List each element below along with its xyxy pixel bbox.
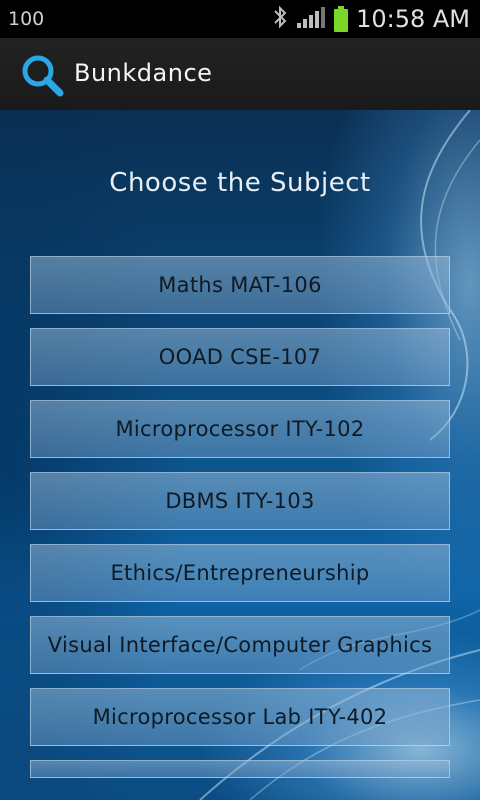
battery-icon [334,6,349,32]
subject-button-partial[interactable] [30,760,450,778]
subject-button-maths[interactable]: Maths MAT-106 [30,256,450,314]
subject-list: Maths MAT-106 OOAD CSE-107 Microprocesso… [30,256,450,778]
signal-icon [296,5,326,33]
search-icon[interactable] [20,53,66,99]
status-icons: 10:58 AM [272,4,470,34]
notification-count: 100 [8,8,45,30]
subject-button-ethics[interactable]: Ethics/Entrepreneurship [30,544,450,602]
app-title: Bunkdance [74,59,213,87]
page-title: Choose the Subject [109,168,371,198]
subject-button-visual-interface[interactable]: Visual Interface/Computer Graphics [30,616,450,674]
status-bar: 100 10:58 AM [0,0,480,38]
subject-button-dbms[interactable]: DBMS ITY-103 [30,472,450,530]
action-bar: Bunkdance [0,38,480,111]
subject-button-microprocessor-lab[interactable]: Microprocessor Lab ITY-402 [30,688,450,746]
subject-button-ooad[interactable]: OOAD CSE-107 [30,328,450,386]
bluetooth-icon [272,5,288,33]
clock: 10:58 AM [356,5,470,33]
subject-screen: Choose the Subject Maths MAT-106 OOAD CS… [0,110,480,800]
subject-button-microprocessor[interactable]: Microprocessor ITY-102 [30,400,450,458]
